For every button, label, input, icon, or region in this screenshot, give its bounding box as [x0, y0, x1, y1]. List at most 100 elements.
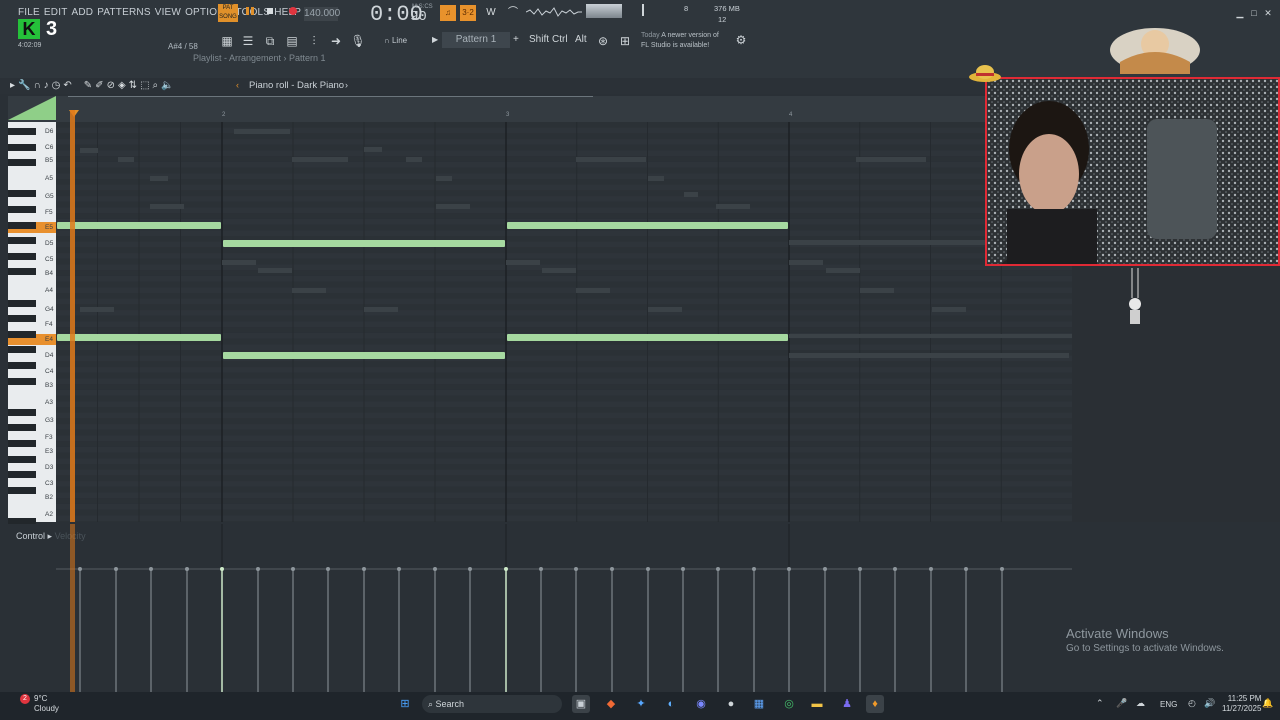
black-key[interactable] — [8, 346, 36, 354]
menu-add[interactable]: ADD — [72, 7, 94, 18]
mic-tray-icon[interactable]: 🎤 — [1116, 698, 1127, 709]
minimize-icon[interactable]: ▁ — [1234, 8, 1246, 19]
microphone-icon[interactable]: 🎙 — [350, 33, 366, 49]
black-key[interactable] — [8, 424, 36, 432]
task-view-icon[interactable]: ▣ — [572, 695, 590, 713]
pencil-icon[interactable]: ✎ — [84, 80, 92, 91]
black-key[interactable] — [8, 471, 36, 479]
edge-icon[interactable]: ◐ — [662, 695, 680, 713]
magnet-tool-icon[interactable]: ∩ — [33, 80, 40, 91]
alt-key[interactable]: Alt — [575, 34, 587, 45]
speaker-icon[interactable]: 🔈 — [161, 80, 173, 91]
obs-icon[interactable]: ● — [722, 695, 740, 713]
undo-icon[interactable]: ↶ — [63, 80, 71, 91]
black-key[interactable] — [8, 221, 36, 229]
title-arrow-icon[interactable]: › — [345, 80, 348, 90]
channel-arrow-icon[interactable]: ‹ — [236, 80, 239, 90]
wrench-icon[interactable]: 🔧 — [18, 80, 30, 91]
shift-key[interactable]: Shift — [529, 34, 549, 45]
black-key[interactable] — [8, 268, 36, 276]
mixer-icon[interactable]: ▤ — [284, 33, 300, 49]
black-key[interactable] — [8, 128, 36, 135]
play-small-icon[interactable]: ▶ — [432, 35, 438, 44]
pat-song-toggle[interactable]: PAT SONG — [218, 4, 238, 22]
chevron-up-icon[interactable]: ⌃ — [1096, 698, 1104, 709]
playlist-icon[interactable]: ☰ — [240, 33, 256, 49]
gear-icon[interactable]: ⚙ — [733, 32, 749, 48]
black-key[interactable] — [8, 159, 36, 167]
black-key[interactable] — [8, 486, 36, 494]
windows-start-icon[interactable]: ⊞ — [396, 695, 414, 713]
snap-selector[interactable]: ∩ Line — [384, 34, 430, 48]
browser-icon[interactable]: ⫶ — [306, 33, 322, 49]
notification-icon[interactable]: 🔔 — [1262, 698, 1273, 709]
typing-keyboard-button[interactable]: ♫ — [440, 5, 456, 21]
brave-browser-icon[interactable]: ◆ — [602, 695, 620, 713]
volume-icon[interactable]: 🔊 — [1204, 698, 1215, 709]
black-key[interactable] — [8, 455, 36, 463]
note-grid[interactable] — [56, 122, 1072, 522]
taskbar-clock[interactable]: 11:25 PM 11/27/2025 — [1222, 694, 1261, 714]
play-button[interactable] — [242, 6, 258, 22]
menu-view[interactable]: VIEW — [155, 7, 181, 18]
mouse-icon[interactable]: ⊛ — [595, 33, 611, 49]
black-key[interactable] — [8, 330, 36, 338]
black-key[interactable] — [8, 190, 36, 198]
black-key[interactable] — [8, 237, 36, 245]
piano-keyboard[interactable]: D6 C6 B5 A5 G5 F5 E5 D5 C5 B4 A4 G4 F4 E4 D4 C4 B3 A3 G3 F3… — [8, 122, 56, 525]
wifi-icon[interactable]: ◴ — [1188, 698, 1196, 709]
maximize-icon[interactable]: □ — [1248, 8, 1260, 18]
horizontal-scrollbar[interactable] — [68, 96, 593, 107]
clock-icon[interactable]: ◷ — [52, 80, 61, 91]
black-key[interactable] — [8, 362, 36, 369]
stop-button[interactable] — [262, 6, 278, 22]
close-icon[interactable]: ✕ — [1262, 8, 1274, 19]
mute-tool-icon[interactable]: ◈ — [118, 80, 126, 91]
zoom-tool-icon[interactable]: ⌕ — [153, 80, 159, 91]
tempo-display[interactable]: 140.000 — [304, 7, 340, 21]
network-tray-icon[interactable]: ☁ — [1136, 698, 1145, 709]
memory-value: 376 MB — [714, 4, 740, 13]
master-volume[interactable] — [586, 4, 622, 18]
calculator-icon[interactable]: ▦ — [750, 695, 768, 713]
black-key[interactable] — [8, 143, 36, 151]
piano-roll-icon[interactable]: ▦ — [219, 33, 235, 49]
language-indicator[interactable]: ENG — [1160, 700, 1177, 709]
menu-arrow-icon[interactable]: ▸ — [10, 80, 15, 91]
blend-icon[interactable]: ⌒ — [505, 5, 521, 21]
black-key[interactable] — [8, 408, 36, 416]
channel-rack-icon[interactable]: ⧉ — [262, 33, 278, 49]
discord-icon[interactable]: ◉ — [692, 695, 710, 713]
select-tool-icon[interactable]: ⬚ — [140, 80, 149, 91]
black-key[interactable] — [8, 440, 36, 447]
menu-patterns[interactable]: PATTERNS — [97, 7, 150, 18]
wait-input-button[interactable]: W — [483, 5, 499, 21]
arrow-right-icon[interactable]: ➜ — [328, 33, 344, 49]
black-key[interactable] — [8, 206, 36, 213]
menu-edit[interactable]: EDIT — [44, 7, 68, 18]
black-key[interactable] — [8, 299, 36, 307]
teams-icon[interactable]: ♟ — [838, 695, 856, 713]
black-key[interactable] — [8, 252, 36, 260]
brush-icon[interactable]: ✐ — [95, 80, 103, 91]
file-explorer-icon[interactable]: ▬ — [808, 695, 826, 713]
delete-tool-icon[interactable]: ⊘ — [107, 80, 115, 91]
black-key[interactable] — [8, 315, 36, 323]
slice-tool-icon[interactable]: ⇅ — [129, 80, 137, 91]
copilot-icon[interactable]: ✦ — [632, 695, 650, 713]
cart-icon[interactable]: ⊞ — [617, 33, 633, 49]
chrome-icon[interactable]: ◎ — [780, 695, 798, 713]
pattern-selector[interactable]: Pattern 1 — [442, 32, 510, 48]
weather-widget[interactable]: 9°C Cloudy — [34, 694, 59, 714]
menu-file[interactable]: FILE — [18, 7, 40, 18]
ctrl-key[interactable]: Ctrl — [552, 34, 568, 45]
taskbar-search[interactable]: ⌕ Search — [422, 695, 562, 713]
fl-studio-icon[interactable]: ♦ — [866, 695, 884, 713]
add-pattern-button[interactable]: + — [513, 34, 519, 45]
news-panel[interactable]: Today A newer version of FL Studio is av… — [641, 31, 719, 51]
record-button[interactable] — [285, 6, 301, 22]
black-key[interactable] — [8, 377, 36, 385]
countdown-button[interactable]: 3·2 — [460, 5, 476, 21]
control-label[interactable]: Control ▸ Velocity — [16, 531, 86, 542]
note-icon[interactable]: ♪ — [44, 80, 49, 91]
